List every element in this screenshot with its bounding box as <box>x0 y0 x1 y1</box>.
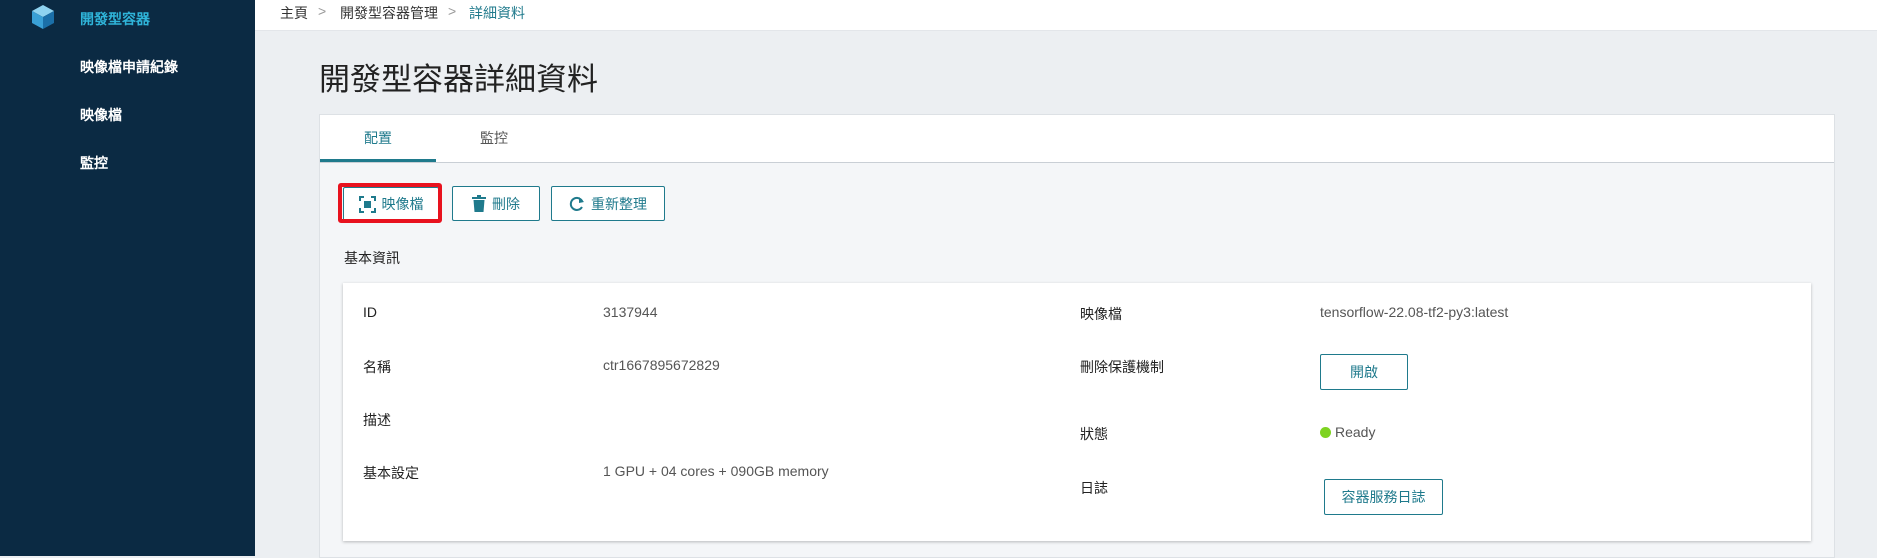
description-label: 描述 <box>363 412 391 428</box>
delete-protection-button-label: 開啟 <box>1350 364 1378 380</box>
tab-bar: 配置 監控 <box>320 115 1834 163</box>
sidebar-item-monitor[interactable]: 監控 <box>80 153 108 173</box>
refresh-button-label: 重新整理 <box>591 195 647 212</box>
tab-configuration[interactable]: 配置 <box>320 115 436 162</box>
image-button[interactable]: 映像檔 <box>343 187 439 221</box>
sidebar-item-image-requests[interactable]: 映像檔申請紀錄 <box>80 57 178 77</box>
status-value: Ready <box>1335 424 1376 440</box>
image-button-label: 映像檔 <box>381 196 424 212</box>
status-ready-icon <box>1320 427 1331 438</box>
id-value: 3137944 <box>603 304 658 320</box>
id-label: ID <box>363 304 377 320</box>
breadcrumb-home[interactable]: 主頁 <box>280 3 308 23</box>
settings-label: 基本設定 <box>363 465 419 481</box>
tab-monitor[interactable]: 監控 <box>436 115 552 162</box>
image-value: tensorflow-22.08-tf2-py3:latest <box>1320 304 1509 320</box>
refresh-icon <box>569 196 584 211</box>
trash-icon <box>472 195 486 212</box>
container-service-log-button-label: 容器服務日誌 <box>1341 489 1426 505</box>
name-label: 名稱 <box>363 359 391 375</box>
sidebar: 開發型容器 映像檔申請紀錄 映像檔 監控 <box>0 0 255 556</box>
delete-button[interactable]: 刪除 <box>452 186 540 221</box>
topbar: 主頁 > 開發型容器管理 > 詳細資料 <box>255 0 1877 31</box>
breadcrumb-dev-container-management[interactable]: 開發型容器管理 <box>340 3 438 23</box>
snapshot-icon <box>358 195 376 213</box>
sidebar-item-dev-container[interactable]: 開發型容器 <box>80 9 150 29</box>
breadcrumb-separator: > <box>448 3 457 19</box>
delete-protection-toggle-button[interactable]: 開啟 <box>1320 354 1408 390</box>
cube-icon <box>32 5 54 29</box>
sidebar-item-images[interactable]: 映像檔 <box>80 105 122 125</box>
section-title-basic-info: 基本資訊 <box>344 250 400 266</box>
breadcrumb-separator: > <box>318 3 327 19</box>
status-label: 狀態 <box>1080 426 1108 442</box>
name-value: ctr1667895672829 <box>603 357 720 373</box>
page-title: 開發型容器詳細資料 <box>319 62 598 97</box>
log-label: 日誌 <box>1080 480 1108 496</box>
delete-protection-label: 刪除保護機制 <box>1080 359 1164 375</box>
delete-button-label: 刪除 <box>492 195 520 212</box>
breadcrumb-current: 詳細資料 <box>469 5 525 21</box>
container-service-log-button[interactable]: 容器服務日誌 <box>1324 479 1443 515</box>
refresh-button[interactable]: 重新整理 <box>551 186 665 221</box>
image-label: 映像檔 <box>1080 306 1122 322</box>
settings-value: 1 GPU + 04 cores + 090GB memory <box>603 463 829 479</box>
basic-info-panel: ID 3137944 名稱 ctr1667895672829 描述 基本設定 1… <box>343 283 1811 541</box>
